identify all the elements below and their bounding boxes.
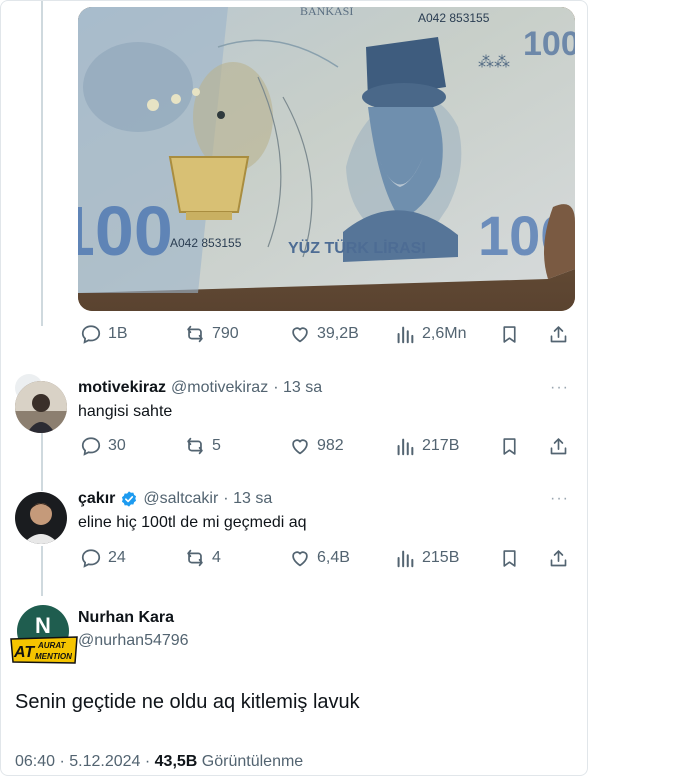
repost-count: 4 xyxy=(212,549,221,566)
reply-time[interactable]: · 13 sa xyxy=(273,379,322,397)
share-button[interactable] xyxy=(548,433,569,459)
tweet-metadata: 06:40 · 5.12.2024 · 43,5B Görüntülenme xyxy=(15,753,303,771)
post-actions: 1B 790 39,2B 2,6Mn xyxy=(78,321,583,347)
svg-text:⁂⁂: ⁂⁂ xyxy=(478,54,510,71)
like-button[interactable]: 39,2B xyxy=(289,321,359,347)
bookmark-button[interactable] xyxy=(499,545,520,571)
share-icon xyxy=(550,549,567,566)
author-handle[interactable]: @nurhan54796 xyxy=(78,632,189,650)
repost-count: 790 xyxy=(212,325,239,342)
analytics-icon xyxy=(397,326,414,344)
reply-count: 24 xyxy=(108,549,126,566)
share-button[interactable] xyxy=(548,321,569,347)
reply-icon xyxy=(81,325,101,344)
like-button[interactable]: 982 xyxy=(289,433,344,459)
views-button[interactable]: 215B xyxy=(394,545,459,571)
reply-actions: 24 4 6,4B 215B xyxy=(78,545,583,571)
views-count: 215B xyxy=(422,549,460,566)
reply-header: çakır @saltcakir · 13 sa xyxy=(78,490,272,508)
bookmark-icon xyxy=(503,437,516,455)
like-count: 39,2B xyxy=(317,325,359,342)
heart-icon xyxy=(292,439,308,455)
reply-button[interactable]: 30 xyxy=(80,433,126,459)
repost-icon xyxy=(187,549,203,567)
reply-author-name[interactable]: motivekiraz xyxy=(78,379,166,397)
analytics-icon xyxy=(397,550,414,568)
author-name[interactable]: Nurhan Kara xyxy=(78,609,174,627)
reply-author-name[interactable]: çakır xyxy=(78,490,115,508)
views-button[interactable]: 2,6Mn xyxy=(394,321,466,347)
views-total: 43,5B xyxy=(154,753,198,770)
aurat-mention-logo: AT AURAT MENTION xyxy=(10,636,78,664)
repost-icon xyxy=(187,325,203,343)
svg-text:100: 100 xyxy=(523,25,575,63)
avatar[interactable] xyxy=(15,381,67,433)
svg-text:AT: AT xyxy=(13,644,35,661)
verified-badge-icon xyxy=(122,491,137,507)
views-button[interactable]: 217B xyxy=(394,433,459,459)
analytics-icon xyxy=(397,438,414,456)
thread-line xyxy=(41,546,43,596)
bookmark-button[interactable] xyxy=(499,433,520,459)
svg-text:A042 853155: A042 853155 xyxy=(170,236,242,250)
thread-line xyxy=(41,431,43,491)
heart-icon xyxy=(292,327,308,343)
share-button[interactable] xyxy=(548,545,569,571)
reply-icon xyxy=(81,437,101,456)
svg-text:MENTION: MENTION xyxy=(35,652,72,661)
more-options-icon[interactable]: ··· xyxy=(550,379,569,397)
thread-line xyxy=(41,1,43,326)
repost-icon xyxy=(187,437,203,455)
reply-author-handle[interactable]: @motivekiraz xyxy=(171,379,268,397)
share-icon xyxy=(550,437,567,454)
svg-text:YÜZ TÜRK LİRASI: YÜZ TÜRK LİRASI xyxy=(288,238,426,257)
bookmark-icon xyxy=(503,325,516,343)
tweet-text: Senin geçtide ne oldu aq kitlemiş lavuk xyxy=(15,691,360,713)
more-options-icon[interactable]: ··· xyxy=(550,490,569,508)
reply-count: 1B xyxy=(108,325,128,342)
heart-icon xyxy=(292,551,308,567)
svg-text:A042 853155: A042 853155 xyxy=(418,11,490,25)
repost-button[interactable]: 4 xyxy=(184,545,221,571)
repost-count: 5 xyxy=(212,437,221,454)
tweet-card: BANKASI A042 853155 100 ⁂⁂ 100 A042 8531… xyxy=(0,0,588,776)
banknote-illustration: BANKASI A042 853155 100 ⁂⁂ 100 A042 8531… xyxy=(78,7,575,311)
avatar-image xyxy=(15,492,67,544)
svg-text:BANKASI: BANKASI xyxy=(300,7,353,18)
avatar[interactable] xyxy=(15,492,67,544)
views-count: 217B xyxy=(422,437,460,454)
like-count: 6,4B xyxy=(317,549,350,566)
bookmark-icon xyxy=(503,549,516,567)
like-button[interactable]: 6,4B xyxy=(289,545,350,571)
repost-button[interactable]: 5 xyxy=(184,433,221,459)
reply-button[interactable]: 1B xyxy=(80,321,128,347)
like-count: 982 xyxy=(317,437,344,454)
repost-button[interactable]: 790 xyxy=(184,321,239,347)
avatar-image xyxy=(15,381,67,433)
bookmark-button[interactable] xyxy=(499,321,520,347)
reply-time[interactable]: · 13 sa xyxy=(223,490,272,508)
svg-text:100: 100 xyxy=(78,192,173,270)
tweet-timestamp[interactable]: 06:40 · 5.12.2024 · xyxy=(15,753,155,770)
reply-header: motivekiraz @motivekiraz · 13 sa xyxy=(78,379,322,397)
views-count: 2,6Mn xyxy=(422,325,467,342)
reply-text: eline hiç 100tl de mi geçmedi aq xyxy=(78,514,307,531)
reply-count: 30 xyxy=(108,437,126,454)
tweet-image-banknote[interactable]: BANKASI A042 853155 100 ⁂⁂ 100 A042 8531… xyxy=(78,7,575,311)
reply-actions: 30 5 982 217B xyxy=(78,433,583,459)
svg-text:AURAT: AURAT xyxy=(37,641,67,650)
reply-icon xyxy=(81,549,101,568)
views-label: Görüntülenme xyxy=(197,753,304,770)
reply-button[interactable]: 24 xyxy=(80,545,126,571)
reply-text: hangisi sahte xyxy=(78,403,173,420)
share-icon xyxy=(550,325,567,342)
reply-author-handle[interactable]: @saltcakir xyxy=(143,490,218,508)
